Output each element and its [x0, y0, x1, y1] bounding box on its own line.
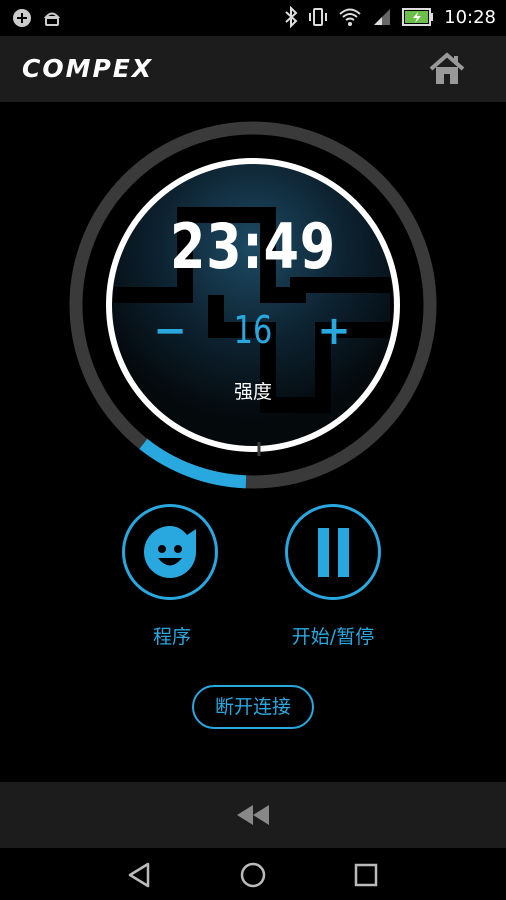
- home-icon[interactable]: [428, 52, 466, 86]
- bottom-bar: [0, 782, 506, 848]
- battery-charging-icon: [402, 8, 434, 26]
- play-pause-button[interactable]: [285, 504, 381, 600]
- wifi-icon: [339, 8, 361, 26]
- intensity-label: 强度: [233, 381, 272, 403]
- intensity-dial: [69, 121, 437, 489]
- compex-logo: COMPEX: [22, 54, 154, 83]
- decrease-intensity-button[interactable]: −: [150, 306, 190, 356]
- app-bar: COMPEX: [0, 36, 506, 102]
- signal-icon: [374, 9, 391, 25]
- vibrate-icon: [309, 8, 328, 26]
- intensity-value: 16: [233, 308, 273, 352]
- recents-icon[interactable]: [351, 860, 381, 890]
- disconnect-button[interactable]: 断开连接: [192, 685, 314, 729]
- program-button[interactable]: [122, 504, 218, 600]
- rewind-icon[interactable]: [233, 800, 273, 830]
- pause-icon: [318, 528, 349, 577]
- system-nav-bar: [0, 848, 506, 900]
- session-timer: 23:49: [170, 210, 336, 283]
- status-bar: 10:28: [0, 0, 506, 36]
- status-time: 10:28: [444, 6, 496, 28]
- android-icon: [43, 12, 61, 26]
- back-icon[interactable]: [124, 860, 154, 890]
- bluetooth-icon: [285, 6, 298, 28]
- notification-icon: [13, 9, 31, 27]
- play-pause-label: 开始/暂停: [291, 626, 375, 648]
- program-label: 程序: [152, 626, 191, 648]
- increase-intensity-button[interactable]: +: [314, 306, 354, 356]
- home-circle-icon[interactable]: [238, 860, 268, 890]
- smiley-face-icon: [144, 526, 196, 578]
